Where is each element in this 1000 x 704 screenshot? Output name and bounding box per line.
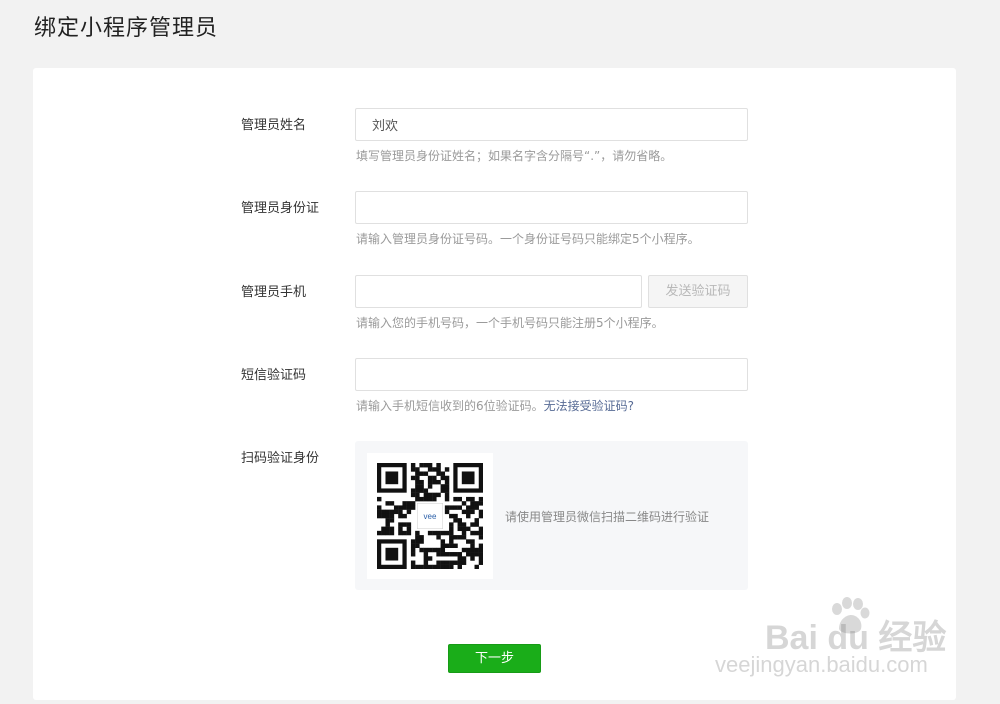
page-title: 绑定小程序管理员: [34, 16, 219, 41]
qr-code: vee: [367, 453, 493, 579]
phone-tip: 请输入您的手机号码，一个手机号码只能注册5个小程序。: [356, 316, 664, 330]
sms-code-tip-text: 请输入手机短信收到的6位验证码。: [356, 399, 544, 413]
qr-logo-text: vee: [424, 512, 437, 521]
next-step-button[interactable]: 下一步: [448, 644, 541, 673]
sms-code-tip: 请输入手机短信收到的6位验证码。无法接受验证码?: [356, 397, 634, 414]
qr-verify-panel: vee 请使用管理员微信扫描二维码进行验证: [355, 441, 748, 590]
phone-label: 管理员手机: [241, 285, 307, 300]
id-card-label: 管理员身份证: [241, 201, 320, 216]
bind-admin-form-card: 管理员姓名 填写管理员身份证姓名；如果名字含分隔号“.”，请勿省略。 管理员身份…: [33, 68, 956, 700]
name-tip: 填写管理员身份证姓名；如果名字含分隔号“.”，请勿省略。: [356, 149, 673, 163]
send-code-button[interactable]: 发送验证码: [648, 275, 748, 308]
sms-code-input[interactable]: [355, 358, 748, 391]
sms-code-label: 短信验证码: [241, 368, 307, 383]
name-input[interactable]: [355, 108, 748, 141]
id-card-tip: 请输入管理员身份证号码。一个身份证号码只能绑定5个小程序。: [356, 232, 700, 246]
qr-code-graphic: vee: [377, 463, 483, 569]
id-card-input[interactable]: [355, 191, 748, 224]
name-label: 管理员姓名: [241, 118, 307, 133]
qr-verify-hint: 请使用管理员微信扫描二维码进行验证: [505, 510, 710, 524]
qr-verify-label: 扫码验证身份: [241, 451, 320, 466]
cannot-receive-code-link[interactable]: 无法接受验证码?: [544, 399, 634, 413]
phone-input[interactable]: [355, 275, 642, 308]
